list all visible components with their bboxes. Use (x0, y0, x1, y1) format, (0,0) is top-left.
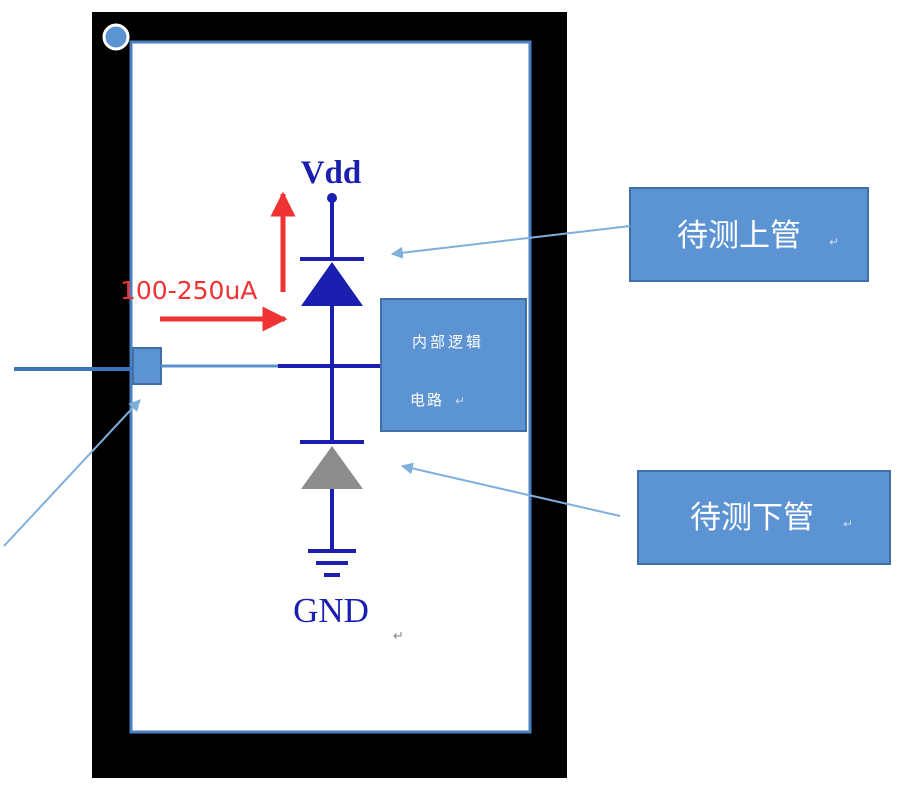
pin1-marker (102, 23, 130, 51)
diagram-canvas: Vdd GND ↵ 内部逻辑 电路 ↵ 100-250uA 待测上管 ↵ 待测下… (3, 12, 891, 778)
vdd-label: Vdd (301, 155, 362, 191)
vdd-node (327, 193, 337, 203)
internal-logic-label-line1: 内部逻辑 (412, 333, 484, 351)
current-label: 100-250uA (120, 276, 257, 305)
return-mark-lower: ↵ (843, 517, 853, 531)
gnd-label: GND (293, 591, 369, 630)
internal-logic-block (380, 298, 527, 432)
lower-callout-label: 待测下管 (690, 500, 814, 536)
internal-logic-label-line2: 电路 (410, 391, 444, 409)
upper-callout-label: 待测上管 (677, 218, 801, 254)
return-mark-logic: ↵ (455, 394, 465, 408)
bond-pad (132, 347, 162, 385)
return-mark-upper: ↵ (829, 235, 839, 249)
return-mark-gnd: ↵ (393, 629, 404, 644)
